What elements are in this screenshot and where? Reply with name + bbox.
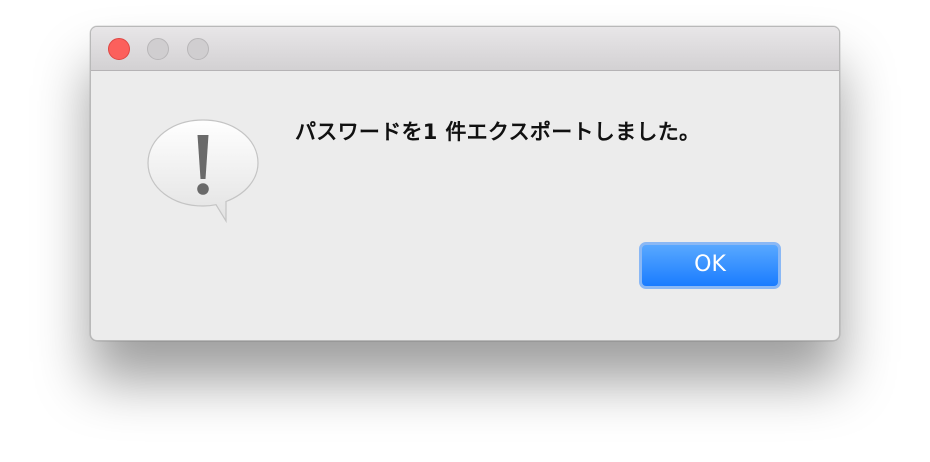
- caution-icon: [145, 117, 261, 225]
- screen: パスワードを1 件エクスポートしました。 OK: [0, 0, 930, 462]
- minimize-window-button[interactable]: [147, 38, 169, 60]
- ok-button[interactable]: OK: [639, 242, 781, 289]
- alert-message: パスワードを1 件エクスポートしました。: [295, 120, 701, 144]
- alert-dialog: パスワードを1 件エクスポートしました。 OK: [90, 26, 840, 341]
- close-window-button[interactable]: [108, 38, 130, 60]
- title-bar[interactable]: [91, 27, 839, 71]
- zoom-window-button[interactable]: [187, 38, 209, 60]
